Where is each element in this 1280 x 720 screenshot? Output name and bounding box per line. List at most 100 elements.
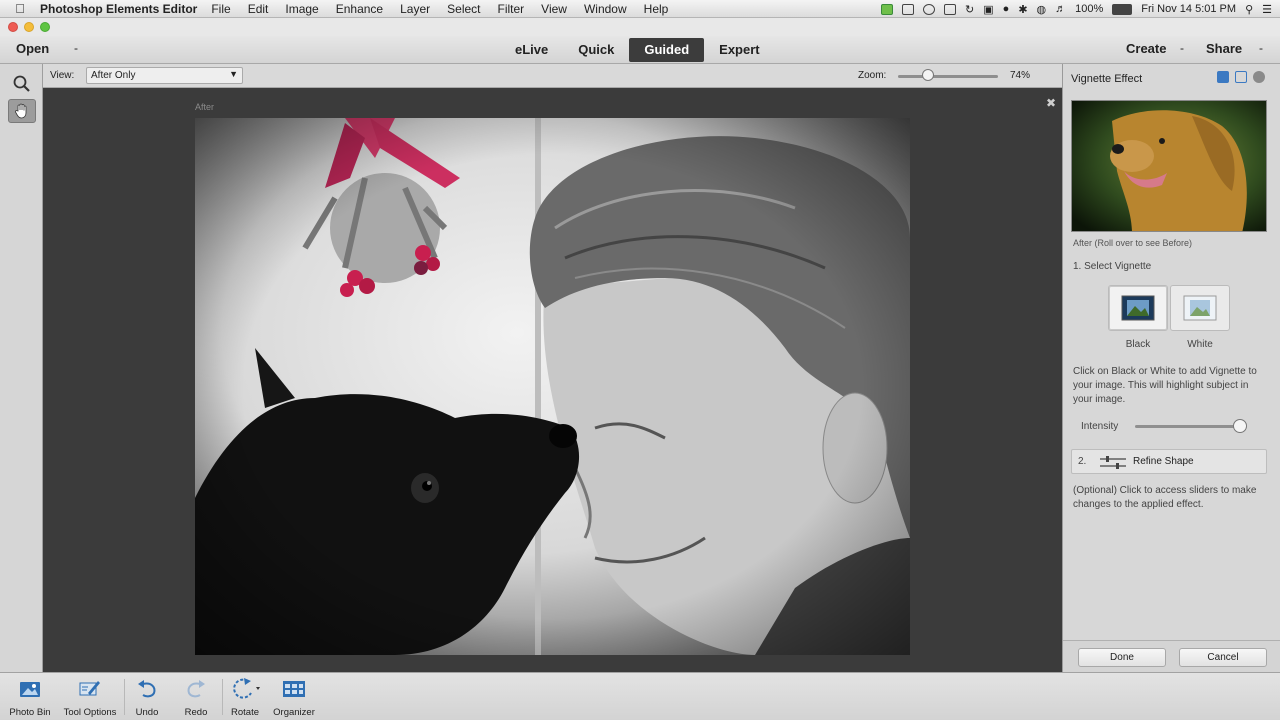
rotate-icon [233,678,260,699]
battery-percent[interactable]: 100% [1075,3,1103,15]
home-icon[interactable] [1235,71,1247,83]
volume-icon[interactable]: ♬ [1055,3,1066,15]
share-dropdown-icon[interactable]: - [1259,41,1263,55]
zoom-slider-thumb[interactable] [922,69,934,81]
battery-icon [1112,3,1133,15]
menu-edit[interactable]: Edit [248,2,269,16]
magnifier-icon [13,75,30,92]
zoom-slider-track[interactable] [898,75,998,78]
organizer-button[interactable]: Organizer [262,677,326,718]
panel-title: Vignette Effect [1071,73,1143,85]
drive-icon[interactable] [902,3,915,15]
refine-shape-button[interactable]: 2. Refine Shape [1071,449,1267,474]
zoom-value: 74% [1010,70,1031,81]
spotlight-icon[interactable]: ⚲ [1245,3,1253,16]
document-photo[interactable] [195,118,910,655]
view-dropdown[interactable]: After Only ▼ [86,67,243,84]
share-button[interactable]: Share [1206,41,1242,56]
notification-center-icon[interactable]: ☰ [1262,3,1272,16]
after-label: After [195,102,215,112]
system-menubar:  Photoshop Elements Editor File Edit Im… [0,0,1280,18]
mode-bar: Open - eLive Quick Guided Expert Create … [0,36,1280,64]
redo-icon [187,680,205,698]
panel-footer: Done Cancel [1063,640,1280,672]
panel-icons [1217,71,1265,83]
bottom-taskbar: Photo Bin Tool Options Undo Redo Rotate … [0,672,1280,720]
tab-quick[interactable]: Quick [563,38,629,62]
image-canvas: After ✖ [43,88,1062,672]
dog-preview-image [1072,101,1266,231]
clipboard-icon[interactable] [944,3,957,15]
organizer-label: Organizer [273,707,315,718]
intensity-slider-track[interactable] [1135,425,1245,428]
menu-image[interactable]: Image [285,2,318,16]
tool-options-button[interactable]: Tool Options [58,677,122,718]
preview-thumbnail[interactable] [1071,100,1267,232]
view-dropdown-value: After Only [91,70,136,81]
clock[interactable]: Fri Nov 14 5:01 PM [1141,3,1236,15]
menu-enhance[interactable]: Enhance [336,2,383,16]
view-label: View: [50,70,75,81]
black-vignette-icon [1121,295,1155,321]
apple-menu-icon[interactable]:  [0,1,40,16]
black-vignette-button[interactable] [1108,285,1168,331]
close-view-icon[interactable]: ✖ [1046,96,1056,110]
evernote-icon[interactable] [881,3,894,15]
hand-tool[interactable] [8,99,36,123]
white-vignette-button[interactable] [1170,285,1230,331]
tool-options-label: Tool Options [63,707,117,718]
menu-file[interactable]: File [211,2,230,16]
intensity-label: Intensity [1081,421,1119,432]
chevron-down-icon: ▼ [229,69,238,79]
menu-view[interactable]: View [541,2,567,16]
menu-select[interactable]: Select [447,2,480,16]
refine-shape-label: Refine Shape [1133,456,1194,467]
photo-bin-button[interactable]: Photo Bin [0,677,62,718]
open-button[interactable]: Open [16,41,49,56]
mode-tabs: eLive Quick Guided Expert [500,38,775,62]
undo-icon [138,680,156,698]
menu-app-name[interactable]: Photoshop Elements Editor [40,2,197,16]
intensity-slider-thumb[interactable] [1232,419,1247,433]
guided-panel: Vignette Effect After (Roll over to see … [1062,64,1280,672]
tool-options-icon [79,681,100,696]
minimize-window-icon[interactable] [24,22,34,32]
tab-guided[interactable]: Guided [629,38,705,62]
tab-elive[interactable]: eLive [500,38,563,62]
hand-icon [15,103,27,119]
open-dropdown-icon[interactable]: - [74,41,78,55]
zoom-window-icon[interactable] [40,22,50,32]
white-vignette-label: White [1187,339,1213,350]
display-icon[interactable]: ▣ [983,3,993,16]
organizer-icon [283,681,305,697]
sync-icon[interactable] [923,3,936,15]
done-button[interactable]: Done [1078,648,1166,667]
sliders-icon [1100,456,1126,469]
menu-window[interactable]: Window [584,2,627,16]
menu-help[interactable]: Help [644,2,669,16]
close-window-icon[interactable] [8,22,18,32]
tool-box [0,64,43,672]
photo-bin-label: Photo Bin [9,707,51,718]
create-dropdown-icon[interactable]: - [1180,41,1184,55]
window-titlebar [0,18,1280,36]
photo-bin-icon [20,682,40,697]
menu-layer[interactable]: Layer [400,2,430,16]
bluetooth-icon[interactable]: ✱ [1018,3,1027,16]
cancel-button[interactable]: Cancel [1179,648,1267,667]
save-preset-icon[interactable] [1217,71,1229,83]
menu-filter[interactable]: Filter [498,2,525,16]
user-icon[interactable]: ● [1003,3,1010,15]
view-options-bar: View: After Only ▼ Zoom: 74% [43,64,1062,88]
tab-expert[interactable]: Expert [704,38,774,62]
zoom-tool[interactable] [8,72,36,96]
time-machine-icon[interactable]: ↻ [965,3,974,16]
status-area: ↻ ▣ ● ✱ ◍ ♬ 100% Fri Nov 14 5:01 PM ⚲ ☰ [881,0,1272,18]
wifi-icon[interactable]: ◍ [1037,3,1047,16]
black-vignette-label: Black [1125,339,1151,350]
photo-illustration [195,118,910,655]
step2-description: (Optional) Click to access sliders to ma… [1073,485,1257,510]
zoom-label: Zoom: [858,70,887,81]
create-button[interactable]: Create [1126,41,1166,56]
help-icon[interactable] [1253,71,1265,83]
